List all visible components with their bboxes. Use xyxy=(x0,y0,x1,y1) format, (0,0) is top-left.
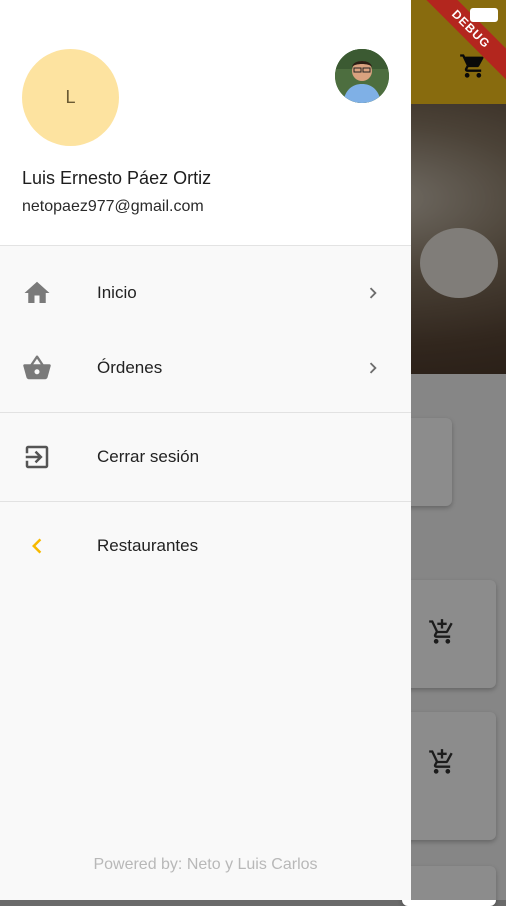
basket-icon xyxy=(22,353,52,383)
navigation-drawer: L Luis Ernesto Páez Ortiz netopaez977@gm… xyxy=(0,0,411,900)
user-name: Luis Ernesto Páez Ortiz xyxy=(22,168,212,188)
avatar: L xyxy=(22,49,119,146)
menu-item-ordenes[interactable]: Órdenes xyxy=(0,331,411,405)
menu-divider xyxy=(0,412,411,413)
profile-photo[interactable] xyxy=(335,49,389,103)
menu-item-inicio[interactable]: Inicio xyxy=(0,256,411,330)
menu-item-label: Cerrar sesión xyxy=(97,447,200,466)
profile-photo-image xyxy=(335,49,389,103)
chevron-left-icon xyxy=(22,531,52,561)
menu-item-label: Órdenes xyxy=(97,358,163,377)
menu-divider xyxy=(0,501,411,502)
drawer-header: L Luis Ernesto Páez Ortiz netopaez977@gm… xyxy=(0,0,411,246)
home-icon xyxy=(22,278,52,308)
avatar-initial: L xyxy=(65,87,76,107)
menu-item-label: Restaurantes xyxy=(97,536,199,555)
battery-icon xyxy=(470,8,498,22)
user-email: netopaez977@gmail.com xyxy=(22,198,204,215)
powered-by-footer: Powered by: Neto y Luis Carlos xyxy=(93,856,318,873)
logout-icon xyxy=(22,442,52,472)
chevron-right-icon xyxy=(369,287,377,299)
menu-item-cerrar-sesion[interactable]: Cerrar sesión xyxy=(0,420,411,494)
chevron-right-icon xyxy=(369,362,377,374)
menu-item-label: Inicio xyxy=(97,283,137,302)
menu-item-restaurantes[interactable]: Restaurantes xyxy=(0,509,411,583)
